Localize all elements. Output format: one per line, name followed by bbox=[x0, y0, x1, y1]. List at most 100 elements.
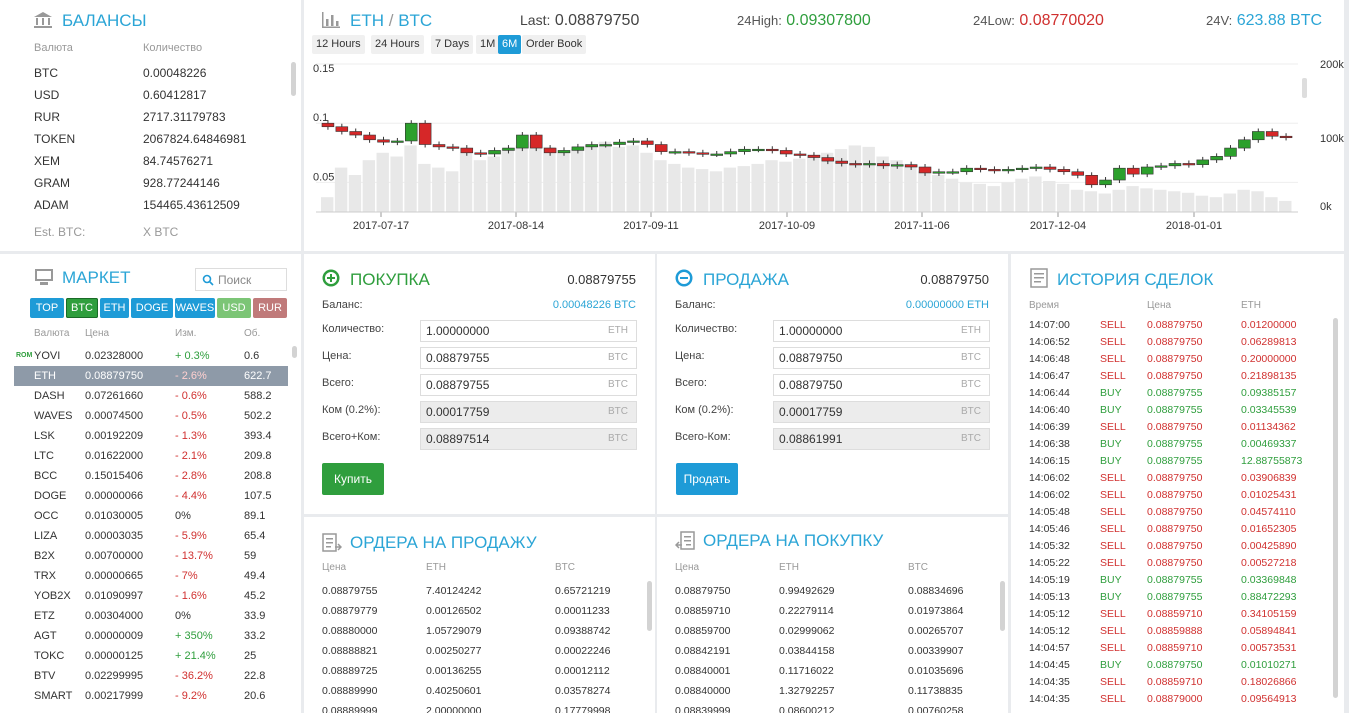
history-time: 14:05:12 bbox=[1029, 625, 1070, 637]
market-scrollbar[interactable] bbox=[292, 346, 297, 358]
history-time: 14:05:46 bbox=[1029, 523, 1070, 535]
sell_orders-row[interactable]: 0.08889999 2.00000000 0.17779998 bbox=[304, 701, 644, 713]
market-row[interactable]: B2X 0.00700000 - 13.7% 59 bbox=[14, 546, 288, 566]
volume-bar bbox=[543, 146, 556, 212]
market-search[interactable]: Поиск bbox=[195, 268, 287, 291]
market-row[interactable]: LTC 0.01622000 - 2.1% 209.8 bbox=[14, 446, 288, 466]
buy_orders-cell: 0.08600212 bbox=[779, 705, 835, 713]
market-change: + 0.3% bbox=[175, 350, 210, 362]
buy_orders-cell: 0.00339907 bbox=[908, 645, 964, 657]
market-row[interactable]: TOKC 0.00000125 + 21.4% 25 bbox=[14, 646, 288, 666]
buy_orders-cell: 0.08840001 bbox=[675, 665, 731, 677]
market-tab-btc[interactable]: BTC bbox=[66, 298, 98, 318]
buy_orders-row[interactable]: 0.08859710 0.22279114 0.01973864 bbox=[657, 601, 997, 621]
price-chart[interactable]: 0.15 0.1 0.05 200k 100k 0k 2017-07-17 2017-08-1… bbox=[304, 58, 1344, 243]
market-tab-usd[interactable]: USD bbox=[217, 298, 251, 318]
market-tab-doge[interactable]: DOGE bbox=[131, 298, 173, 318]
buy-field-input[interactable]: 0.08879755 BTC bbox=[420, 347, 637, 369]
market-currency: LTC bbox=[34, 450, 54, 462]
buy-orders-scrollbar[interactable] bbox=[1000, 581, 1005, 631]
sell-button[interactable]: Продать bbox=[676, 463, 738, 495]
history-price: 0.08879755 bbox=[1147, 455, 1203, 467]
balance-currency: USD bbox=[34, 88, 60, 102]
volume-bar bbox=[348, 175, 362, 212]
sell-balance-value[interactable]: 0.00000000 ETH bbox=[906, 299, 989, 311]
market-row[interactable]: YOB2X 0.01090997 - 1.6% 45.2 bbox=[14, 586, 288, 606]
volume-bar bbox=[473, 160, 487, 212]
chart-scrollbar[interactable] bbox=[1302, 78, 1307, 98]
field-value: 1.00000000 bbox=[426, 324, 490, 338]
buy_orders-row[interactable]: 0.08840000 1.32792257 0.11738835 bbox=[657, 681, 997, 701]
volume-24: 24V: 623.88 BTC bbox=[1206, 12, 1322, 30]
market-tab-top[interactable]: TOP bbox=[30, 298, 64, 318]
chart-tab[interactable]: 1M bbox=[476, 35, 500, 54]
volume-bar bbox=[751, 163, 764, 212]
pair-base[interactable]: ETH bbox=[350, 11, 384, 30]
history-list: 14:07:00 SELL 0.08879750 0.01200000 14:06:52… bbox=[1011, 318, 1331, 713]
market-row[interactable]: DASH 0.07261660 - 0.6% 588.2 bbox=[14, 386, 288, 406]
sell_orders-cell: 0.00022246 bbox=[555, 645, 611, 657]
buy-field-input[interactable]: 0.08879755 BTC bbox=[420, 374, 637, 396]
market-row[interactable]: ETZ 0.00304000 0% 33.9 bbox=[14, 606, 288, 626]
buy_orders-row[interactable]: 0.08842191 0.03844158 0.00339907 bbox=[657, 641, 997, 661]
market-row[interactable]: BTV 0.02299995 - 36.2% 22.8 bbox=[14, 666, 288, 686]
volume-bar bbox=[695, 169, 709, 212]
market-row[interactable]: OCC 0.01030005 0% 89.1 bbox=[14, 506, 288, 526]
market-row[interactable]: AGT 0.00000009 + 350% 33.2 bbox=[14, 626, 288, 646]
buy_orders-row[interactable]: 0.08859700 0.02999062 0.00265707 bbox=[657, 621, 997, 641]
buy_orders-cell: 0.08859710 bbox=[675, 605, 731, 617]
balance-scrollbar[interactable] bbox=[291, 62, 296, 96]
market-row[interactable]: WAVES 0.00074500 - 0.5% 502.2 bbox=[14, 406, 288, 426]
market-currency: AGT bbox=[34, 630, 57, 642]
market-row[interactable]: ROM YOVI 0.02328000 + 0.3% 0.6 bbox=[14, 346, 288, 366]
balance-row: GRAM 928.77244146 bbox=[0, 172, 290, 194]
history-scrollbar[interactable] bbox=[1333, 318, 1338, 698]
market-volume: 45.2 bbox=[244, 590, 266, 602]
sell_orders-row[interactable]: 0.08889725 0.00136255 0.00012112 bbox=[304, 661, 644, 681]
chart-tab[interactable]: 6M bbox=[498, 35, 522, 54]
low-label: 24Low: bbox=[973, 13, 1015, 28]
buy-balance-value[interactable]: 0.00048226 BTC bbox=[553, 299, 636, 311]
history-price: 0.08879750 bbox=[1147, 319, 1203, 331]
chart-tab[interactable]: 7 Days bbox=[431, 35, 474, 54]
sell_orders-col: Цена bbox=[322, 562, 347, 573]
market-tab-rur[interactable]: RUR bbox=[253, 298, 287, 318]
chart-tab[interactable]: 24 Hours bbox=[371, 35, 424, 54]
chart-tab[interactable]: Order Book bbox=[522, 35, 587, 54]
mkt-col-change: Изм. bbox=[175, 328, 197, 339]
history-row: 14:04:45 BUY 0.08879750 0.01010271 bbox=[1011, 658, 1331, 675]
sell-field-input[interactable]: 0.08879750 BTC bbox=[773, 347, 990, 369]
buy_orders-row[interactable]: 0.08839999 0.08600212 0.00760258 bbox=[657, 701, 997, 713]
market-change: - 0.6% bbox=[175, 390, 207, 402]
sell_orders-cell: 0.08889990 bbox=[322, 685, 378, 697]
sell-field-input[interactable]: 0.08879750 BTC bbox=[773, 374, 990, 396]
sell-orders-scrollbar[interactable] bbox=[647, 581, 652, 631]
volume-bar bbox=[432, 167, 445, 212]
pair-quote[interactable]: BTC bbox=[398, 11, 432, 30]
sell-field-input[interactable]: 1.00000000 ETH bbox=[773, 320, 990, 342]
sell_orders-row[interactable]: 0.08879755 7.40124242 0.65721219 bbox=[304, 581, 644, 601]
market-row[interactable]: TRX 0.00000665 - 7% 49.4 bbox=[14, 566, 288, 586]
chart-panel: ETH / BTC Last: 0.08879750 24High: 0.093… bbox=[304, 0, 1344, 251]
market-row[interactable]: SMART 0.00217999 - 9.2% 20.6 bbox=[14, 686, 288, 706]
market-volume: 20.6 bbox=[244, 690, 266, 702]
history-time: 14:06:02 bbox=[1029, 489, 1070, 501]
market-tab-eth[interactable]: ETH bbox=[100, 298, 129, 318]
sell_orders-row[interactable]: 0.08889990 0.40250601 0.03578274 bbox=[304, 681, 644, 701]
market-row[interactable]: DOGE 0.00000066 - 4.4% 107.5 bbox=[14, 486, 288, 506]
field-value: 0.00017759 bbox=[779, 405, 843, 419]
market-row[interactable]: LSK 0.00192209 - 1.3% 393.4 bbox=[14, 426, 288, 446]
sell_orders-row[interactable]: 0.08879779 0.00126502 0.00011233 bbox=[304, 601, 644, 621]
buy_orders-row[interactable]: 0.08840001 0.11716022 0.01035696 bbox=[657, 661, 997, 681]
volume-bar bbox=[334, 167, 348, 212]
market-row[interactable]: BCC 0.15015406 - 2.8% 208.8 bbox=[14, 466, 288, 486]
buy_orders-row[interactable]: 0.08879750 0.99492629 0.08834696 bbox=[657, 581, 997, 601]
sell_orders-row[interactable]: 0.08880000 1.05729079 0.09388742 bbox=[304, 621, 644, 641]
buy-field-input[interactable]: 1.00000000 ETH bbox=[420, 320, 637, 342]
sell_orders-row[interactable]: 0.08888821 0.00250277 0.00022246 bbox=[304, 641, 644, 661]
chart-tab[interactable]: 12 Hours bbox=[312, 35, 365, 54]
market-row[interactable]: LIZA 0.00003035 - 5.9% 65.4 bbox=[14, 526, 288, 546]
market-row[interactable]: ETH 0.08879750 - 2.6% 622.7 bbox=[14, 366, 288, 386]
market-tab-waves[interactable]: WAVES bbox=[175, 298, 215, 318]
buy-button[interactable]: Купить bbox=[322, 463, 384, 495]
